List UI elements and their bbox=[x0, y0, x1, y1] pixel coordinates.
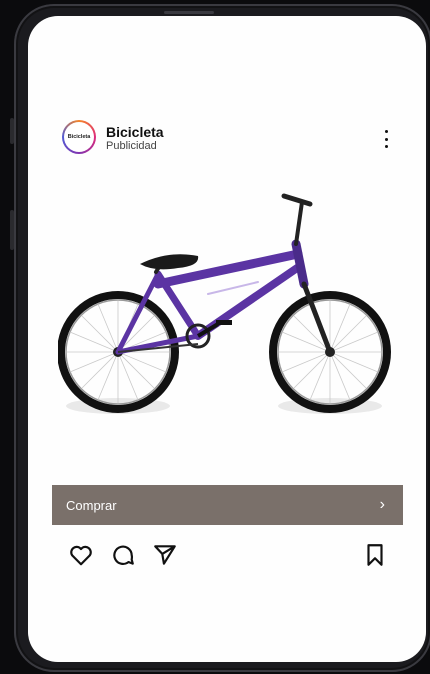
buy-button[interactable]: Comprar › bbox=[52, 485, 403, 525]
heart-icon[interactable] bbox=[68, 542, 94, 568]
bike-seat bbox=[140, 254, 199, 270]
send-icon[interactable] bbox=[152, 542, 178, 568]
sponsored-label: Publicidad bbox=[106, 140, 157, 152]
avatar[interactable]: Bicicleta bbox=[62, 120, 96, 154]
chevron-right-icon: › bbox=[379, 496, 385, 513]
bike-frame bbox=[115, 193, 333, 355]
post-actions bbox=[68, 542, 388, 572]
more-options-icon[interactable] bbox=[382, 130, 390, 148]
avatar-label: Bicicleta bbox=[64, 122, 94, 152]
post-header: Bicicleta Bicicleta Publicidad bbox=[62, 120, 392, 160]
bookmark-icon[interactable] bbox=[362, 542, 388, 568]
account-name[interactable]: Bicicleta bbox=[106, 124, 164, 140]
buy-button-label: Comprar bbox=[66, 497, 117, 513]
post-image bbox=[58, 193, 391, 414]
comment-icon[interactable] bbox=[110, 542, 136, 568]
speaker-slot bbox=[164, 11, 214, 14]
phone-screen: Bicicleta Bicicleta Publicidad Comprar › bbox=[28, 16, 426, 662]
